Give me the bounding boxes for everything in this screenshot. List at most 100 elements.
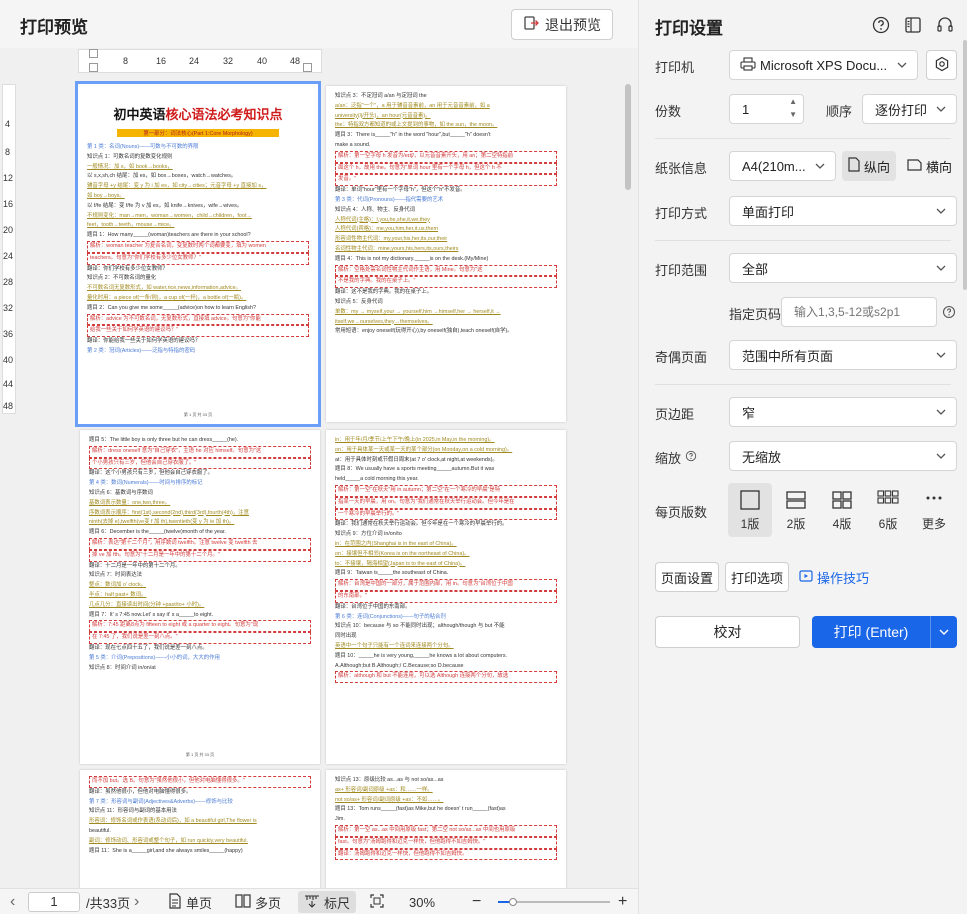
zoom-in-button[interactable]: + [618, 889, 627, 914]
page-numbers-input[interactable] [781, 297, 937, 327]
preview-scrollbar[interactable] [624, 80, 632, 888]
layout-2-per-sheet[interactable]: 2版 [774, 483, 818, 537]
ruler-toggle-button[interactable]: 标尺 [298, 891, 357, 913]
page-number-input[interactable]: 1 [28, 892, 80, 912]
layout-label: 4版 [832, 517, 852, 531]
print-options-button[interactable]: 打印选项 [725, 562, 789, 592]
document-title: 初中英语核心语法必考知识点 [113, 107, 283, 122]
print-button[interactable]: 打印 (Enter) [812, 616, 957, 648]
ruler-tick: 24 [3, 251, 14, 261]
preview-page-5[interactable]: 而不加 but。选 B。句意为"虽然他很小，但他对电脑懂得很多。" 翻译：虽然他很… [80, 770, 320, 888]
document-line: 人称代词(宾格)：me,you,him,her,it,us,them [335, 226, 439, 233]
document-line: university(/j/开头)，an hour(元音音素)。 [335, 112, 431, 119]
preview-page-1[interactable]: 初中英语核心语法必考知识点 第一部分：词法核心(Part 1:Core Morp… [75, 81, 321, 427]
info-icon[interactable] [942, 305, 956, 322]
preview-page-6[interactable]: 知识点 13：原级比较 as...as 与 not so/as...as as+ … [326, 770, 566, 888]
landscape-label: 横向 [926, 159, 953, 175]
print-mode-select[interactable]: 单面打印 [729, 196, 957, 226]
layout-6-per-sheet[interactable]: 6版 [866, 483, 910, 537]
tips-link[interactable]: 操作技巧 [799, 568, 869, 587]
multi-page-icon [235, 893, 251, 912]
chevron-down-icon [936, 352, 946, 358]
document-line: 人称代词(主格)：I,you,he,she,it,we,they [335, 216, 430, 223]
zoom-out-button[interactable]: − [472, 889, 481, 914]
multi-page-button[interactable]: 多页 [235, 889, 281, 914]
chevron-down-icon [936, 265, 946, 271]
minus-icon: − [472, 893, 482, 910]
paper-select[interactable]: A4(210m... [729, 151, 836, 181]
document-line: to：不接壤，隔海相望(Japan is to the east of Chin… [335, 560, 466, 567]
document-line: 翻译：虽然他很小，但他对电脑懂得很多。 [89, 788, 192, 795]
exit-icon [523, 15, 539, 34]
help-icon[interactable] [871, 15, 891, 35]
document-line: 解析：空格处需名词性物主代词作主语，用 Mine。句意为"这 [335, 264, 557, 277]
document-line: 副词：修饰动词、形容词或整个句子，如 run quickly,very beau… [89, 837, 248, 844]
chevron-down-icon [936, 409, 946, 415]
settings-scrollbar[interactable] [963, 40, 967, 290]
horizontal-ruler[interactable]: 8 16 24 32 40 48 [78, 49, 322, 73]
landscape-option[interactable]: 横向 [901, 151, 958, 181]
page-setup-button[interactable]: 页面设置 [655, 562, 719, 592]
chevron-down-icon [939, 629, 949, 635]
printer-properties-button[interactable] [926, 50, 957, 80]
next-page-button[interactable]: › [134, 889, 139, 914]
sidebar-toggle-icon[interactable] [903, 15, 923, 35]
vertical-ruler[interactable]: 4 8 12 16 20 24 28 32 36 40 44 48 [2, 84, 16, 414]
odd-even-select[interactable]: 范围中所有页面 [729, 340, 957, 370]
document-line: 个小男孩只有三岁，但他会自己穿衣服了。" [89, 457, 311, 470]
print-label: 打印 (Enter) [833, 624, 909, 640]
layout-1-per-sheet[interactable]: 1版 [728, 483, 772, 537]
ruler-tick: 36 [3, 329, 14, 339]
printer-select[interactable]: Microsoft XPS Docu... [729, 50, 918, 80]
document-line: 不是我的字典。我的在桌子上。" [335, 276, 557, 289]
exit-preview-button[interactable]: 退出预览 [511, 9, 613, 40]
landscape-icon [907, 158, 922, 174]
copies-stepper[interactable]: 1 ▲ ▼ [729, 94, 804, 124]
help-icon[interactable] [685, 450, 697, 465]
print-range-label: 打印范围 [655, 263, 708, 278]
document-line: 指某一天的早晨，用 on。句意为"我们通常在秋天举行运动会。但今年是在 [335, 496, 557, 509]
document-line: 在 7:45 了，我们说是差一刻八点。" [89, 632, 311, 644]
portrait-option[interactable]: 纵向 [842, 151, 897, 181]
ruler-right-marker[interactable] [303, 63, 312, 72]
scale-select[interactable]: 无缩放 [729, 441, 957, 471]
print-range-select[interactable]: 全部 [729, 253, 957, 283]
stepper-up-icon[interactable]: ▲ [789, 97, 797, 106]
document-line: 翻译：单词"hour"里有一个字母"h"，但这个"h"不发音。 [335, 187, 466, 194]
document-line: a/an：泛指"一个"，a 用于辅音音素前，an 用于元音音素前，如 a [335, 102, 490, 109]
order-select[interactable]: 逐份打印 [862, 94, 957, 124]
document-line: Jim. [335, 816, 345, 823]
ruler-tick: 16 [3, 199, 14, 209]
print-dropdown-button[interactable] [931, 627, 957, 637]
stepper-down-icon[interactable]: ▼ [789, 110, 797, 119]
fit-page-button[interactable] [370, 889, 384, 914]
proofread-label: 校对 [713, 624, 742, 640]
preview-page-2[interactable]: 知识点 3：不定冠词 a/an 与定冠词 the a/an：泛指"一个"，a 用于… [326, 86, 566, 422]
pages-area[interactable]: 初中英语核心语法必考知识点 第一部分：词法核心(Part 1:Core Morp… [22, 80, 622, 888]
preview-page-3[interactable]: 题目 5：The little boy is only three but he… [80, 430, 320, 764]
document-line: 知识点 5：反身代词 [335, 298, 383, 305]
page-setup-label: 页面设置 [660, 570, 713, 586]
preview-page-4[interactable]: in：用于年/月/季节/上午下午/晚上(in 2025,in May,in th… [326, 430, 566, 764]
ruler-left-indent-marker[interactable] [89, 63, 98, 72]
document-line: 题目 11：She is a_____girl,and she always s… [89, 847, 243, 854]
document-line: 解析：第一空字母 h 发音为/eɪtʃ/，以元音音素开头，用 an；第二空特指前 [335, 150, 557, 163]
document-line: 知识点 10：because 与 so 不能同时出现；although/thou… [335, 623, 505, 630]
prev-page-button[interactable]: ‹ [10, 889, 15, 914]
margin-select[interactable]: 窄 [729, 397, 957, 427]
preview-title: 打印预览 [20, 18, 88, 37]
layout-more[interactable]: 更多 [912, 483, 956, 537]
layout-4-per-sheet[interactable]: 4版 [820, 483, 864, 537]
scale-value: 无缩放 [742, 449, 782, 465]
document-line: not so/as+ 形容词/副词原级 +as：不如……。 [335, 796, 444, 803]
zoom-slider-handle[interactable] [509, 898, 517, 906]
document-line: on：接壤但不相邻(Korea is on the northeast of C… [335, 550, 470, 557]
ruler-left-marker[interactable] [89, 49, 98, 58]
single-page-button[interactable]: 单页 [168, 889, 212, 914]
total-pages: /共33页 [86, 889, 130, 914]
proofread-button[interactable]: 校对 [655, 616, 800, 648]
headset-icon[interactable] [935, 15, 955, 35]
tips-label: 操作技巧 [817, 571, 870, 586]
document-line: 知识点 3：不定冠词 a/an 与定冠词 the [335, 93, 427, 99]
preview-scrollbar-thumb[interactable] [625, 84, 631, 190]
